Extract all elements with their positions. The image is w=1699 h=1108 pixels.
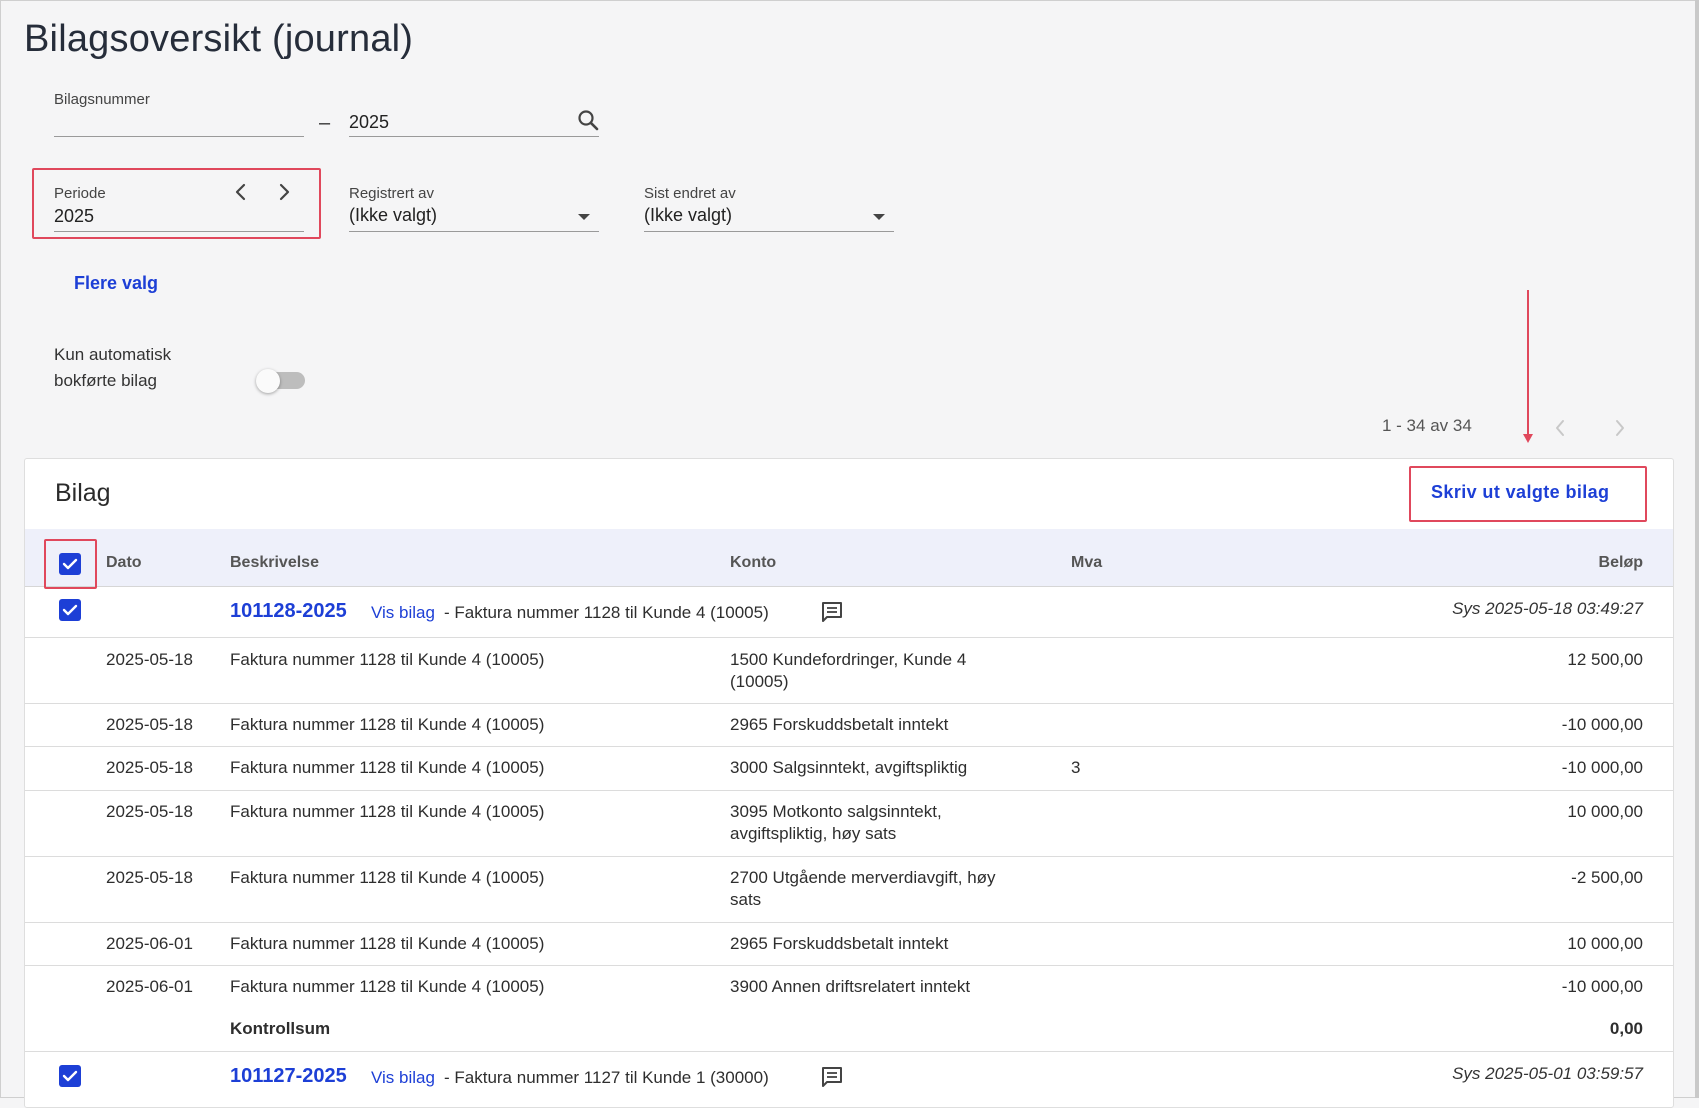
auto-toggle-knob[interactable] [256, 369, 280, 393]
line-dato: 2025-05-18 [106, 802, 193, 821]
line-belop: 10 000,00 [1567, 802, 1643, 821]
chevron-right-icon[interactable] [275, 182, 293, 202]
bilagsnummer-label: Bilagsnummer [54, 91, 150, 108]
periode-input[interactable]: 2025 [54, 206, 94, 227]
periode-highlight [32, 168, 321, 239]
line-belop: 10 000,00 [1567, 934, 1643, 953]
comment-icon[interactable] [820, 600, 844, 624]
registrert-av-underline [349, 231, 599, 232]
line-belop: -2 500,00 [1571, 868, 1643, 887]
line-konto: 2965 Forskuddsbetalt inntekt [730, 934, 949, 953]
voucher-description: - Faktura nummer 1128 til Kunde 4 (10005… [444, 603, 769, 622]
column-belop[interactable]: Beløp [1540, 554, 1643, 572]
line-dato: 2025-05-18 [106, 650, 193, 669]
flere-valg-link[interactable]: Flere valg [74, 273, 158, 294]
line-beskrivelse: Faktura nummer 1128 til Kunde 4 (10005) [230, 868, 545, 887]
line-dato: 2025-05-18 [106, 715, 193, 734]
range-separator: – [319, 112, 331, 134]
kontrollsum-value: 0,00 [1609, 1019, 1643, 1038]
chevron-left-icon[interactable] [1553, 418, 1567, 438]
line-konto: 1500 Kundefordringer, Kunde 4 (10005) [730, 650, 967, 691]
column-konto[interactable]: Konto [730, 554, 776, 572]
chevron-left-icon[interactable] [232, 182, 250, 202]
row-divider [25, 790, 1673, 791]
search-icon[interactable] [576, 108, 600, 132]
line-dato: 2025-06-01 [106, 977, 193, 996]
registrert-av-label: Registrert av [349, 185, 435, 202]
line-konto: 3095 Motkonto salgsinntekt, avgiftsplikt… [730, 802, 942, 843]
line-belop: 12 500,00 [1567, 650, 1643, 669]
periode-underline [54, 231, 304, 232]
voucher-number[interactable]: 101127-2025 [230, 1065, 347, 1088]
line-beskrivelse: Faktura nummer 1128 til Kunde 4 (10005) [230, 715, 545, 734]
pager-count: 1 - 34 av 34 [1382, 416, 1472, 435]
select-all-checkbox[interactable] [59, 553, 81, 575]
annotation-arrow-line [1527, 290, 1529, 436]
print-selected-button[interactable]: Skriv ut valgte bilag [1431, 482, 1609, 503]
line-beskrivelse: Faktura nummer 1128 til Kunde 4 (10005) [230, 758, 545, 777]
vis-bilag-link[interactable]: Vis bilag [371, 1068, 435, 1088]
voucher-checkbox[interactable] [59, 1065, 81, 1087]
line-konto: 3000 Salgsinntekt, avgiftspliktig [730, 758, 968, 777]
panel-title: Bilag [55, 479, 111, 507]
line-konto: 3900 Annen driftsrelatert inntekt [730, 977, 971, 996]
bilagsnummer-to-underline [349, 136, 599, 137]
voucher-checkbox[interactable] [59, 599, 81, 621]
column-dato[interactable]: Dato [106, 554, 142, 572]
line-beskrivelse: Faktura nummer 1128 til Kunde 4 (10005) [230, 934, 545, 953]
row-divider [25, 856, 1673, 857]
line-konto: 2700 Utgående merverdiavgift, høy sats [730, 868, 996, 909]
checkmark-icon [62, 558, 78, 570]
voucher-number[interactable]: 101128-2025 [230, 600, 347, 623]
line-belop: -10 000,00 [1561, 758, 1643, 777]
row-divider [25, 1051, 1673, 1052]
line-belop: -10 000,00 [1561, 977, 1643, 996]
voucher-description: - Faktura nummer 1127 til Kunde 1 (30000… [444, 1068, 769, 1087]
line-dato: 2025-05-18 [106, 758, 193, 777]
row-divider [25, 703, 1673, 704]
caret-down-icon[interactable] [576, 212, 592, 222]
checkmark-icon [62, 1070, 78, 1082]
page-title: Bilagsoversikt (journal) [24, 18, 414, 60]
annotation-arrow-head [1523, 434, 1533, 443]
vis-bilag-link[interactable]: Vis bilag [371, 603, 435, 623]
column-mva[interactable]: Mva [1071, 554, 1102, 572]
sist-endret-av-select[interactable]: (Ikke valgt) [644, 205, 732, 226]
line-beskrivelse: Faktura nummer 1128 til Kunde 4 (10005) [230, 977, 545, 996]
caret-down-icon[interactable] [871, 212, 887, 222]
line-konto: 2965 Forskuddsbetalt inntekt [730, 715, 949, 734]
line-belop: -10 000,00 [1561, 715, 1643, 734]
voucher-sys-timestamp: Sys 2025-05-18 03:49:27 [1452, 599, 1643, 618]
line-mva: 3 [1071, 758, 1081, 777]
auto-toggle-label: Kun automatisk bokførte bilag [54, 345, 172, 390]
column-beskrivelse[interactable]: Beskrivelse [230, 554, 319, 572]
sist-endret-av-label: Sist endret av [644, 185, 736, 202]
chevron-right-icon[interactable] [1613, 418, 1627, 438]
periode-label: Periode [54, 185, 106, 202]
bilagsnummer-from-underline [54, 136, 304, 137]
bilagsnummer-to-input[interactable]: 2025 [349, 112, 569, 133]
kontrollsum-label: Kontrollsum [230, 1019, 331, 1038]
row-divider [25, 637, 1673, 638]
line-dato: 2025-05-18 [106, 868, 193, 887]
registrert-av-select[interactable]: (Ikke valgt) [349, 205, 437, 226]
bilagsnummer-from-input[interactable] [54, 112, 304, 136]
voucher-sys-timestamp: Sys 2025-05-01 03:59:57 [1452, 1064, 1643, 1083]
checkmark-icon [62, 604, 78, 616]
line-dato: 2025-06-01 [106, 934, 193, 953]
row-divider [25, 746, 1673, 747]
row-divider [25, 922, 1673, 923]
sist-endret-av-underline [644, 231, 894, 232]
comment-icon[interactable] [820, 1065, 844, 1089]
scrollbar[interactable] [1695, 0, 1699, 1098]
line-beskrivelse: Faktura nummer 1128 til Kunde 4 (10005) [230, 650, 545, 669]
line-beskrivelse: Faktura nummer 1128 til Kunde 4 (10005) [230, 802, 545, 821]
row-divider [25, 965, 1673, 966]
